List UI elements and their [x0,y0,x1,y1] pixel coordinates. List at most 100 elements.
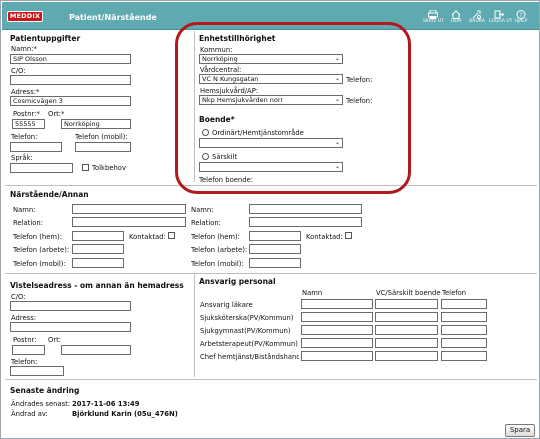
andring-section-heading: Senaste ändring [10,386,80,395]
ort-field[interactable]: Norrköping [61,119,131,129]
save-button[interactable]: Spara [505,424,535,437]
logout-button[interactable]: LOGGA UT [489,10,513,30]
andrad-av-label: Ändrad av: [11,410,48,418]
divider [194,273,195,377]
namn-label: Namn:* [11,45,37,53]
sjukskoterska-namn-field[interactable] [301,312,373,322]
narstaende1-kontaktad-label: Kontaktad: [129,233,166,241]
help-icon: ? [516,10,526,19]
sjukgymnast-vc-field[interactable] [375,325,438,335]
postnr-label: Postnr:* [13,110,40,118]
narstaende2-kontaktad-label: Kontaktad: [306,233,343,241]
narstaende1-tel-mobil-field[interactable] [72,258,124,268]
narstaende2-tel-mobil-field[interactable] [249,258,301,268]
narstaende2-relation-label: Relation: [191,219,221,227]
vistelse-section-heading: Vistelseadress - om annan än hemadress [10,281,184,290]
narstaende1-kontaktad-checkbox[interactable] [168,232,175,239]
lakare-vc-field[interactable] [375,299,438,309]
narstaende2-tel-hem-label: Telefon (hem): [191,233,240,241]
adress-field[interactable]: Cosmicvägen 3 [10,96,131,106]
divider [5,273,537,274]
tools-icon [472,10,481,19]
telefon-field[interactable] [10,142,62,152]
co-label: C/O: [11,67,26,75]
chef-telefon-field[interactable] [441,351,487,361]
vistelse-adress-field[interactable] [10,322,131,332]
namn-field[interactable]: SIP Olsson [10,54,131,64]
andrades-label: Ändrades senast: [11,400,71,408]
vistelse-postnr-field[interactable] [12,345,45,355]
tolkbehov-checkbox[interactable] [82,164,89,171]
personal-section-heading: Ansvarig personal [199,277,276,286]
narstaende1-tel-mobil-label: Telefon (mobil): [13,260,66,268]
tolkbehov-label: Tolkbehov [92,164,126,172]
highlight-annotation [175,22,411,194]
printer-icon [428,10,438,19]
vistelse-ort-field[interactable] [61,345,131,355]
lakare-telefon-field[interactable] [441,299,487,309]
narstaende2-tel-arbete-field[interactable] [249,244,301,254]
tools-button[interactable]: BROKA [467,10,487,30]
adress-label: Adress:* [11,88,40,96]
narstaende1-tel-arbete-field[interactable] [72,244,124,254]
personal-col-vc: VC/Särskilt boende [376,289,441,297]
divider [5,379,537,380]
logout-icon [494,10,504,19]
personal-role-lakare: Ansvarig läkare [200,301,253,309]
personal-role-arbetsterapeut: Arbetsterapeut(PV/Kommun) [200,340,298,348]
postnr-field[interactable]: 55555 [12,119,45,129]
narstaende2-tel-mobil-label: Telefon (mobil): [191,260,244,268]
narstaende1-namn-field[interactable] [72,204,186,214]
chef-vc-field[interactable] [375,351,438,361]
narstaende2-tel-arbete-label: Telefon (arbete): [191,246,248,254]
telefon-mobil-label: Telefon (mobil): [75,133,128,141]
narstaende2-namn-field[interactable] [249,204,362,214]
narstaende1-tel-arbete-label: Telefon (arbete): [13,246,70,254]
andrades-value: 2017-11-06 13:49 [72,400,140,408]
narstaende1-tel-hem-label: Telefon (hem): [13,233,62,241]
narstaende2-kontaktad-checkbox[interactable] [345,232,352,239]
home-button[interactable]: HEM [446,10,466,30]
logout-label: LOGGA UT [489,19,513,24]
chef-namn-field[interactable] [301,351,373,361]
lakare-namn-field[interactable] [301,299,373,309]
narstaende1-tel-hem-field[interactable] [72,231,124,241]
narstaende1-relation-field[interactable] [72,217,186,227]
vistelse-co-field[interactable] [10,301,131,311]
ort-label: Ort:* [48,110,65,118]
page-title: Patient/Närstående [69,13,157,22]
print-label: SKRIV UT [423,19,444,24]
app-window: MEDDIX Patient/Närstående SKRIV UT HEM B… [0,0,540,439]
narstaende2-namn-label: Namn: [191,206,214,214]
sjukskoterska-telefon-field[interactable] [441,312,487,322]
narstaende2-relation-field[interactable] [249,217,362,227]
narstaende2-tel-hem-field[interactable] [249,231,301,241]
arbetsterapeut-namn-field[interactable] [301,338,373,348]
arbetsterapeut-vc-field[interactable] [375,338,438,348]
help-label: HJÄLP [514,19,528,24]
vistelse-co-label: C/O: [11,293,26,301]
telefon-mobil-field[interactable] [75,142,131,152]
meddix-logo: MEDDIX [7,11,43,22]
sjukgymnast-namn-field[interactable] [301,325,373,335]
personal-role-sjukgymnast: Sjukgymnast(PV/Kommun) [200,327,291,335]
personal-col-namn: Namn [302,289,323,297]
patient-section-heading: Patientuppgifter [10,34,81,43]
personal-role-chef: Chef hemtjänst/Biståndshandl [200,353,299,361]
arbetsterapeut-telefon-field[interactable] [441,338,487,348]
help-button[interactable]: ? HJÄLP [511,10,531,30]
vistelse-telefon-field[interactable] [10,366,64,376]
telefon-label: Telefon: [11,133,38,141]
sjukgymnast-telefon-field[interactable] [441,325,487,335]
sjukskoterska-vc-field[interactable] [375,312,438,322]
tools-label: BROKA [469,19,485,24]
andrad-av-value: Björklund Karin (05u_476N) [72,410,178,418]
narstaende1-relation-label: Relation: [13,219,43,227]
narstaende1-namn-label: Namn: [13,206,36,214]
sprak-field[interactable] [10,163,73,173]
vistelse-postnr-label: Postnr: [13,336,37,344]
co-field[interactable] [10,75,131,85]
svg-text:?: ? [519,12,522,19]
print-button[interactable]: SKRIV UT [423,10,444,30]
personal-role-sjukskoterska: Sjuksköterska(PV/Kommun) [200,314,294,322]
